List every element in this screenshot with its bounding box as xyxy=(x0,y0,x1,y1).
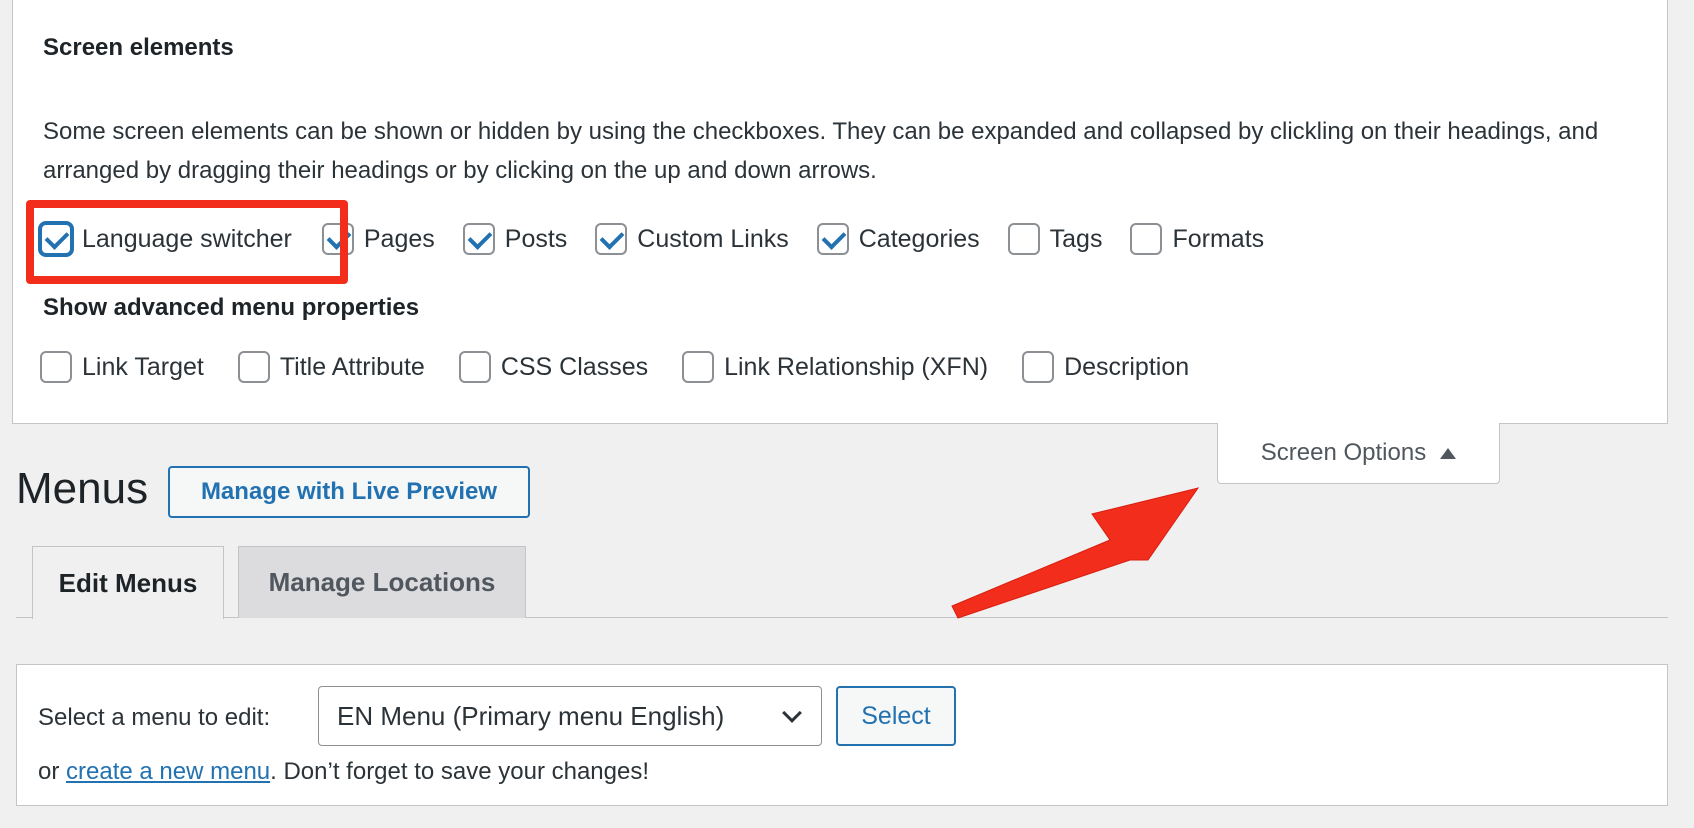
checkbox-box[interactable] xyxy=(40,351,72,383)
checkbox-box[interactable] xyxy=(816,223,849,255)
manage-live-preview-button[interactable]: Manage with Live Preview xyxy=(168,466,530,518)
advanced-properties-heading: Show advanced menu properties xyxy=(43,294,420,321)
checkbox-box[interactable] xyxy=(462,223,495,255)
checkbox-box[interactable] xyxy=(237,351,270,383)
checkbox-label: Link Target xyxy=(82,352,204,381)
checkbox-title-attribute[interactable]: Title Attribute xyxy=(237,351,425,383)
checkbox-link-target[interactable]: Link Target xyxy=(40,351,204,383)
tab-edit-menus[interactable]: Edit Menus xyxy=(32,546,224,619)
select-menu-button[interactable]: Select xyxy=(836,686,956,746)
checkbox-pages[interactable]: Pages xyxy=(321,223,435,255)
wp-admin-menus-screen: Screen elements Some screen elements can… xyxy=(0,0,1694,828)
checkbox-label: Custom Links xyxy=(637,224,789,253)
checkbox-label: Categories xyxy=(858,224,980,253)
checkbox-tags[interactable]: Tags xyxy=(1007,223,1103,255)
tab-manage-locations[interactable]: Manage Locations xyxy=(238,546,526,618)
checkbox-label: Formats xyxy=(1172,224,1265,253)
checkbox-formats[interactable]: Formats xyxy=(1130,223,1264,255)
checkbox-box[interactable] xyxy=(1022,351,1055,383)
page-title: Menus xyxy=(16,464,149,513)
checkbox-custom-links[interactable]: Custom Links xyxy=(595,223,789,255)
screen-elements-heading: Screen elements xyxy=(43,34,234,61)
checkbox-label: Pages xyxy=(363,224,435,253)
checkbox-box[interactable] xyxy=(1007,223,1040,255)
menu-note-prefix: or xyxy=(38,758,67,785)
checkbox-label: Link Relationship (XFN) xyxy=(724,352,989,381)
create-new-menu-link[interactable]: create a new menu xyxy=(66,758,270,785)
checkbox-label: Language switcher xyxy=(82,224,292,253)
screen-options-toggle[interactable]: Screen Options xyxy=(1217,423,1500,484)
checkbox-label: Posts xyxy=(504,224,568,253)
screen-elements-description: Some screen elements can be shown or hid… xyxy=(43,118,1599,184)
screen-elements-checkboxes: Language switcher Pages Posts Custom Lin… xyxy=(40,223,1292,255)
checkbox-box[interactable] xyxy=(1130,223,1163,255)
checkbox-language-switcher[interactable]: Language switcher xyxy=(40,223,292,255)
checkbox-box[interactable] xyxy=(40,223,72,255)
advanced-properties-checkboxes: Link Target Title Attribute CSS Classes … xyxy=(40,351,1217,383)
caret-up-icon xyxy=(1440,447,1457,459)
checkbox-posts[interactable]: Posts xyxy=(462,223,568,255)
checkbox-description[interactable]: Description xyxy=(1022,351,1189,383)
checkbox-link-relationship[interactable]: Link Relationship (XFN) xyxy=(682,351,988,383)
chevron-down-icon xyxy=(782,703,802,723)
screen-options-label: Screen Options xyxy=(1260,439,1427,466)
arrow-shape xyxy=(951,487,1200,619)
checkbox-box[interactable] xyxy=(682,351,715,383)
checkbox-label: CSS Classes xyxy=(500,352,649,381)
menu-select-label: Select a menu to edit: xyxy=(38,704,271,731)
menu-dropdown[interactable]: EN Menu (Primary menu English) xyxy=(318,686,822,746)
checkbox-css-classes[interactable]: CSS Classes xyxy=(458,351,649,383)
checkbox-categories[interactable]: Categories xyxy=(816,223,980,255)
checkbox-label: Description xyxy=(1064,352,1190,381)
menu-dropdown-value: EN Menu (Primary menu English) xyxy=(337,700,725,731)
checkbox-label: Tags xyxy=(1049,224,1103,253)
menu-note: or create a new menu. Don’t forget to sa… xyxy=(38,758,649,786)
checkbox-box[interactable] xyxy=(321,223,354,255)
menu-note-suffix: . Don’t forget to save your changes! xyxy=(270,758,650,785)
checkbox-box[interactable] xyxy=(595,223,628,255)
checkbox-box[interactable] xyxy=(458,351,491,383)
checkbox-label: Title Attribute xyxy=(279,352,425,381)
